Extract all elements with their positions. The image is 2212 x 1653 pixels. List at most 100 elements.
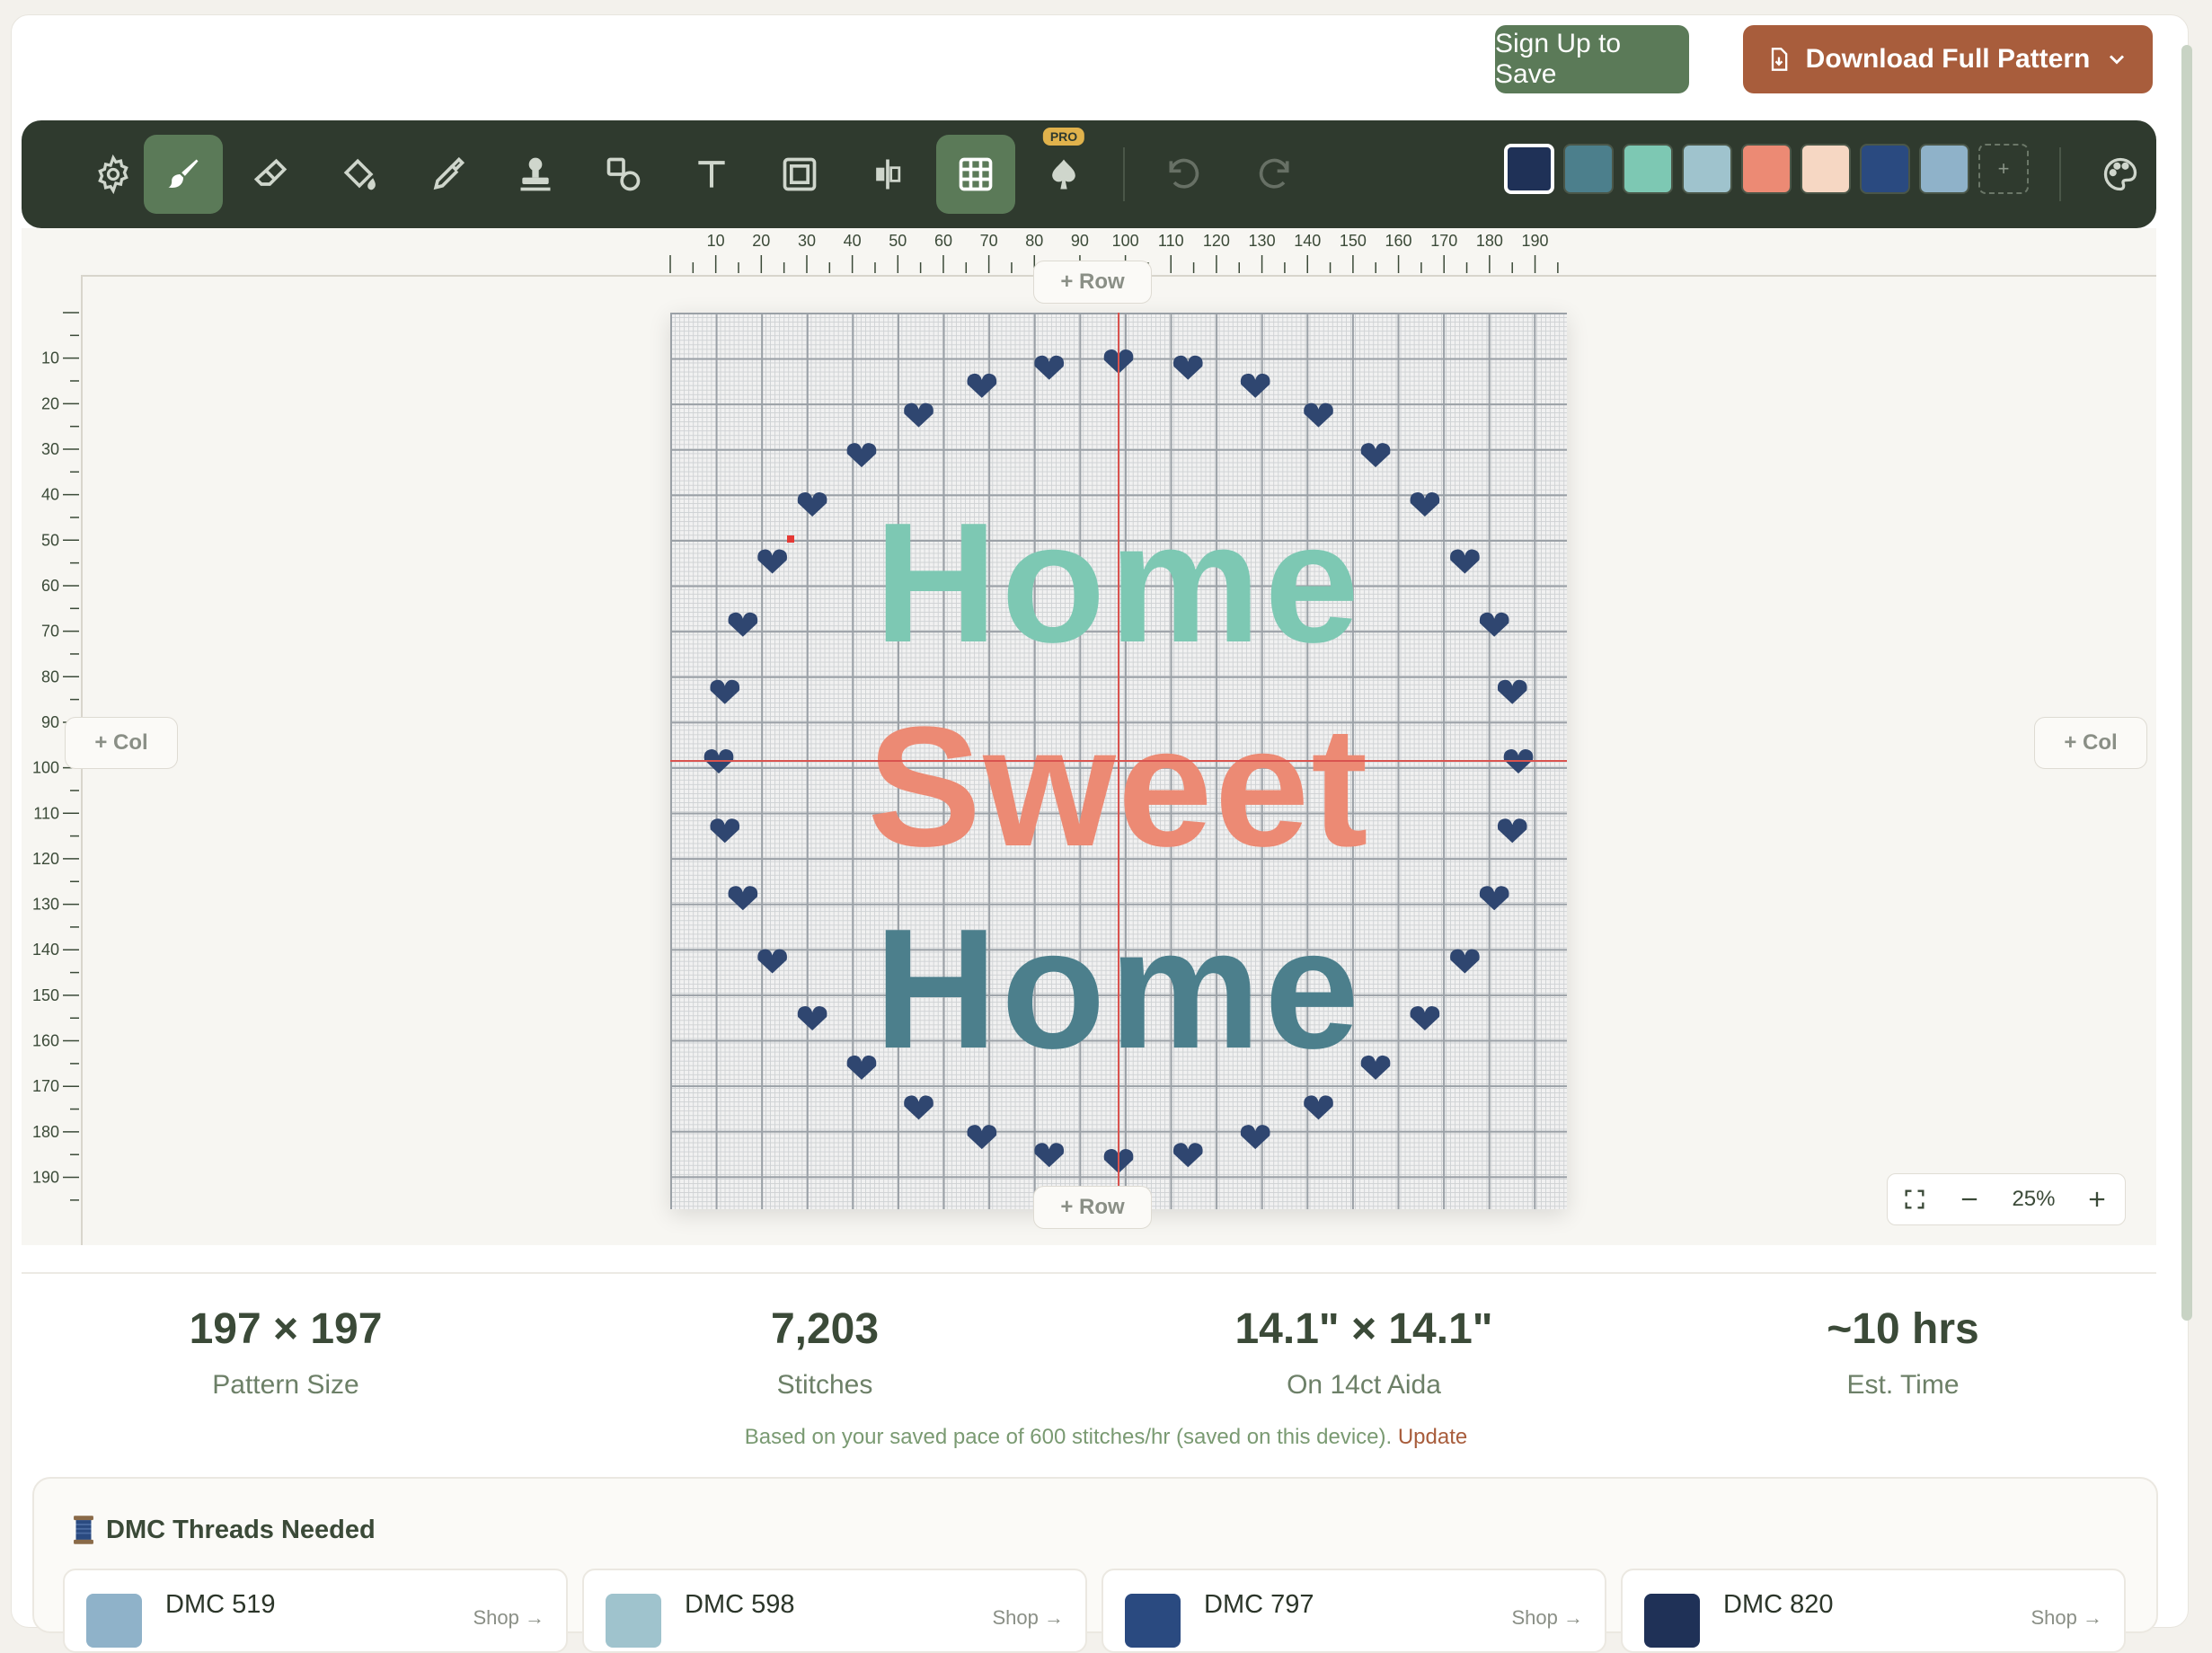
heart-motif [728,886,758,911]
sign-up-button[interactable]: Sign Up to Save [1495,25,1689,93]
thread-card[interactable]: DMC 598 Shop → [582,1569,1087,1653]
stamp-icon [520,157,551,191]
editor-toolbar: PRO + [22,120,2156,228]
add-swatch-button[interactable]: + [1978,144,2029,194]
stat-label: Pattern Size [212,1370,359,1400]
ruler-label: 80 [1025,232,1043,250]
spade-icon [1052,159,1075,190]
add-col-right-button[interactable]: + Col [2034,717,2147,769]
redo-button[interactable] [1234,135,1314,214]
palette-icon [2103,157,2137,191]
ruler-label: 30 [41,440,59,458]
eyedropper-icon [433,156,465,190]
stat-est-time: ~10 hrs Est. Time [1678,1304,2128,1401]
heart-motif [1410,1006,1440,1031]
palette-swatch-3[interactable] [1623,144,1673,194]
zoom-in-icon[interactable] [2084,1187,2110,1212]
ruler-label: 90 [1071,232,1089,250]
ruler-label: 130 [1249,232,1276,250]
fill-tool[interactable] [320,135,399,214]
thread-card[interactable]: DMC 820 Shop → [1621,1569,2126,1653]
thread-card[interactable]: DMC 519 Shop → [63,1569,568,1653]
heart-motif [1450,549,1480,574]
ruler-label: 110 [1158,232,1184,250]
stitch-grid[interactable]: Home Sweet Home [670,313,1567,1209]
stat-label: Est. Time [1846,1370,1960,1400]
heart-motif [1172,355,1203,380]
ruler-label: 30 [798,232,816,250]
stamp-tool[interactable] [496,135,575,214]
ruler-label: 100 [32,759,59,777]
pattern-artwork: Home Sweet Home [670,313,1567,1209]
brush-tool[interactable] [144,135,223,214]
ruler-label: 180 [1476,232,1503,250]
palette-swatch-6[interactable] [1801,144,1851,194]
ruler-label: 150 [32,986,59,1004]
ruler-label: 70 [980,232,998,250]
pro-spade-tool[interactable]: PRO [1024,128,1103,214]
page-scrollbar[interactable] [2181,45,2192,1321]
ruler-label: 130 [32,896,59,914]
ruler-label: 20 [752,232,770,250]
heart-motif [797,491,827,517]
palette-swatch-4[interactable] [1682,144,1732,194]
file-download-icon [1771,48,1787,71]
paint-bucket-icon [343,158,376,190]
heart-motif [1450,949,1480,974]
settings-icon [98,155,128,194]
heart-motif [904,1095,933,1120]
zoom-out-icon[interactable] [1957,1187,1982,1212]
pace-note: Based on your saved pace of 600 stitches… [0,1425,2212,1450]
fullscreen-icon[interactable] [1902,1187,1927,1212]
heart-motif [710,818,740,844]
thread-card[interactable]: DMC 797 Shop → [1102,1569,1606,1653]
ruler-label: 40 [41,486,59,504]
shapes-icon [606,157,641,191]
palette-swatch-1[interactable] [1504,144,1554,194]
palette-swatch-8[interactable] [1919,144,1969,194]
ruler-label: 50 [41,531,59,549]
thread-name: DMC 797 [1204,1590,1314,1619]
cursor-marker [787,535,794,543]
add-row-bottom-button[interactable]: + Row [1033,1186,1152,1229]
mirror-icon [876,159,901,190]
toolbar-divider [1123,147,1125,201]
heart-motif [757,549,787,574]
stat-label: On 14ct Aida [1287,1370,1441,1400]
update-pace-link[interactable]: Update [1398,1425,1467,1449]
stat-value: ~10 hrs [1827,1305,1979,1353]
heart-motif [728,612,758,637]
ruler-label: 140 [1294,232,1321,250]
mirror-tool[interactable] [848,135,927,214]
thread-shop-link[interactable]: Shop → [2031,1606,2103,1630]
eraser-tool[interactable] [232,135,311,214]
heart-motif [757,949,787,974]
thread-shop-link[interactable]: Shop → [1512,1606,1584,1630]
thread-shop-link[interactable]: Shop → [473,1606,545,1630]
add-row-top-button[interactable]: + Row [1033,261,1152,304]
threads-title-text: DMC Threads Needed [106,1515,376,1544]
palette-swatch-2[interactable] [1563,144,1614,194]
shapes-tool[interactable] [584,135,663,214]
heart-motif [1479,886,1509,911]
thread-swatch [1644,1594,1700,1648]
thread-shop-link[interactable]: Shop → [993,1606,1065,1630]
undo-button[interactable] [1145,135,1224,214]
settings-button[interactable] [74,135,153,214]
stat-value: 197 × 197 [189,1305,383,1353]
heart-motif [1497,679,1527,704]
heart-motif [967,1125,997,1150]
download-pattern-button[interactable]: Download Full Pattern [1743,25,2153,93]
frame-tool[interactable] [760,135,839,214]
ruler-label: 60 [41,577,59,595]
eyedropper-tool[interactable] [408,135,487,214]
thread-name: DMC 598 [685,1590,795,1619]
palette-button[interactable] [2081,135,2160,214]
add-col-left-button[interactable]: + Col [65,717,178,769]
palette-swatch-7[interactable] [1860,144,1910,194]
heart-motif [1240,1125,1270,1150]
grid-toggle[interactable] [936,135,1015,214]
text-tool[interactable] [672,135,751,214]
palette-swatch-5[interactable] [1741,144,1792,194]
thread-spool-icon [74,1516,93,1544]
